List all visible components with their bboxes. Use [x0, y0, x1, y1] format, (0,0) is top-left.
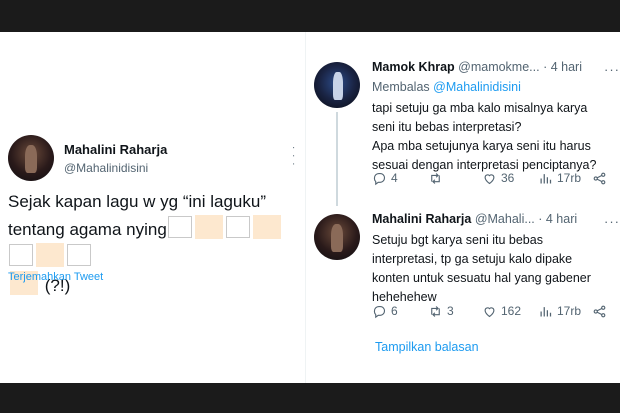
- reply-text-line: seni itu bebas interpretasi?: [372, 120, 522, 134]
- reply-text-line: interpretasi, tp ga setuju kalo dipake: [372, 252, 573, 266]
- reply-author-handle[interactable]: @Mahali...: [475, 212, 535, 226]
- tweet-text-line: Sejak kapan lagu w yg “ini laguku”: [8, 192, 266, 211]
- retweet-icon: [431, 172, 440, 184]
- retweet-count: 3: [447, 304, 454, 318]
- reply-text: Setuju bgt karya seni itu bebas interpre…: [372, 231, 591, 307]
- author-handle[interactable]: @Mahalinidisini: [64, 161, 148, 175]
- views-button[interactable]: 17rb: [538, 171, 581, 186]
- retweet-button[interactable]: [428, 171, 447, 186]
- reply-author-avatar[interactable]: [314, 62, 360, 108]
- emoji-icon: [36, 243, 64, 267]
- reply-text-line: Setuju bgt karya seni itu bebas: [372, 233, 543, 247]
- author-name[interactable]: Mahalini Raharja: [64, 142, 167, 157]
- unsupported-glyph-icon: [67, 244, 91, 266]
- views-icon: [540, 173, 552, 183]
- reply-text-line: Apa mba setujunya karya seni itu harus: [372, 139, 591, 153]
- thread-connector: [336, 112, 338, 206]
- more-options-icon[interactable]: ···: [604, 62, 620, 77]
- comment-icon: [373, 172, 386, 185]
- retweet-icon: [431, 305, 440, 317]
- emoji-icon: [194, 215, 223, 239]
- reply-count: 4: [391, 171, 398, 185]
- share-icon: [593, 305, 606, 317]
- like-button[interactable]: 36: [482, 171, 514, 186]
- reply-author-avatar[interactable]: [314, 214, 360, 260]
- reply-header: Mamok Khrap @mamokme... · 4 hari: [372, 60, 582, 74]
- show-replies-link[interactable]: Tampilkan balasan: [375, 340, 479, 354]
- reply-timestamp[interactable]: · 4 hari: [543, 60, 582, 74]
- unsupported-glyph-icon: [9, 244, 33, 266]
- translate-tweet-link[interactable]: Terjemahkan Tweet: [8, 271, 103, 283]
- like-button[interactable]: 162: [482, 304, 521, 319]
- heart-icon: [484, 306, 495, 317]
- reply-button[interactable]: 4: [372, 171, 398, 186]
- share-button[interactable]: [592, 171, 607, 186]
- views-icon: [540, 306, 552, 316]
- replying-to: Membalas @Mahalinidisini: [372, 80, 521, 94]
- replying-to-handle[interactable]: @Mahalinidisini: [433, 80, 521, 94]
- reply-header: Mahalini Raharja @Mahali... · 4 hari: [372, 212, 577, 226]
- comment-icon: [373, 305, 386, 318]
- reply-author-handle[interactable]: @mamokme...: [458, 60, 539, 74]
- share-icon: [593, 172, 606, 184]
- like-count: 162: [501, 304, 522, 318]
- panel-divider: [305, 32, 306, 383]
- author-avatar[interactable]: [8, 135, 54, 181]
- unsupported-glyph-icon: [167, 216, 192, 238]
- unsupported-glyph-icon: [225, 216, 250, 238]
- top-dark-border: [0, 0, 620, 32]
- more-options-icon[interactable]: ···: [604, 214, 620, 229]
- views-count: 17rb: [557, 304, 582, 318]
- more-options-icon[interactable]: · · ·: [288, 146, 299, 167]
- heart-icon: [484, 173, 495, 184]
- reply-text-line: konten untuk sesuatu hal yang gabener: [372, 271, 591, 285]
- emoji-icon: [252, 215, 281, 239]
- tweet-text-segment: tentang agama nying: [8, 220, 167, 239]
- reply-text-line: tapi setuju ga mba kalo misalnya karya: [372, 101, 588, 115]
- replying-to-label: Membalas: [372, 80, 430, 94]
- reply-author-name[interactable]: Mamok Khrap: [372, 60, 455, 74]
- retweet-button[interactable]: 3: [428, 304, 454, 319]
- reply-button[interactable]: 6: [372, 304, 398, 319]
- views-count: 17rb: [557, 171, 582, 185]
- reply-text: tapi setuju ga mba kalo misalnya karya s…: [372, 99, 596, 175]
- reply-author-name[interactable]: Mahalini Raharja: [372, 212, 471, 226]
- reply-count: 6: [391, 304, 398, 318]
- like-count: 36: [501, 171, 515, 185]
- views-button[interactable]: 17rb: [538, 304, 581, 319]
- share-button[interactable]: [592, 304, 607, 319]
- reply-timestamp[interactable]: · 4 hari: [538, 212, 577, 226]
- bottom-dark-border: [0, 383, 620, 413]
- tweet-text-line: tentang agama nying: [8, 215, 304, 271]
